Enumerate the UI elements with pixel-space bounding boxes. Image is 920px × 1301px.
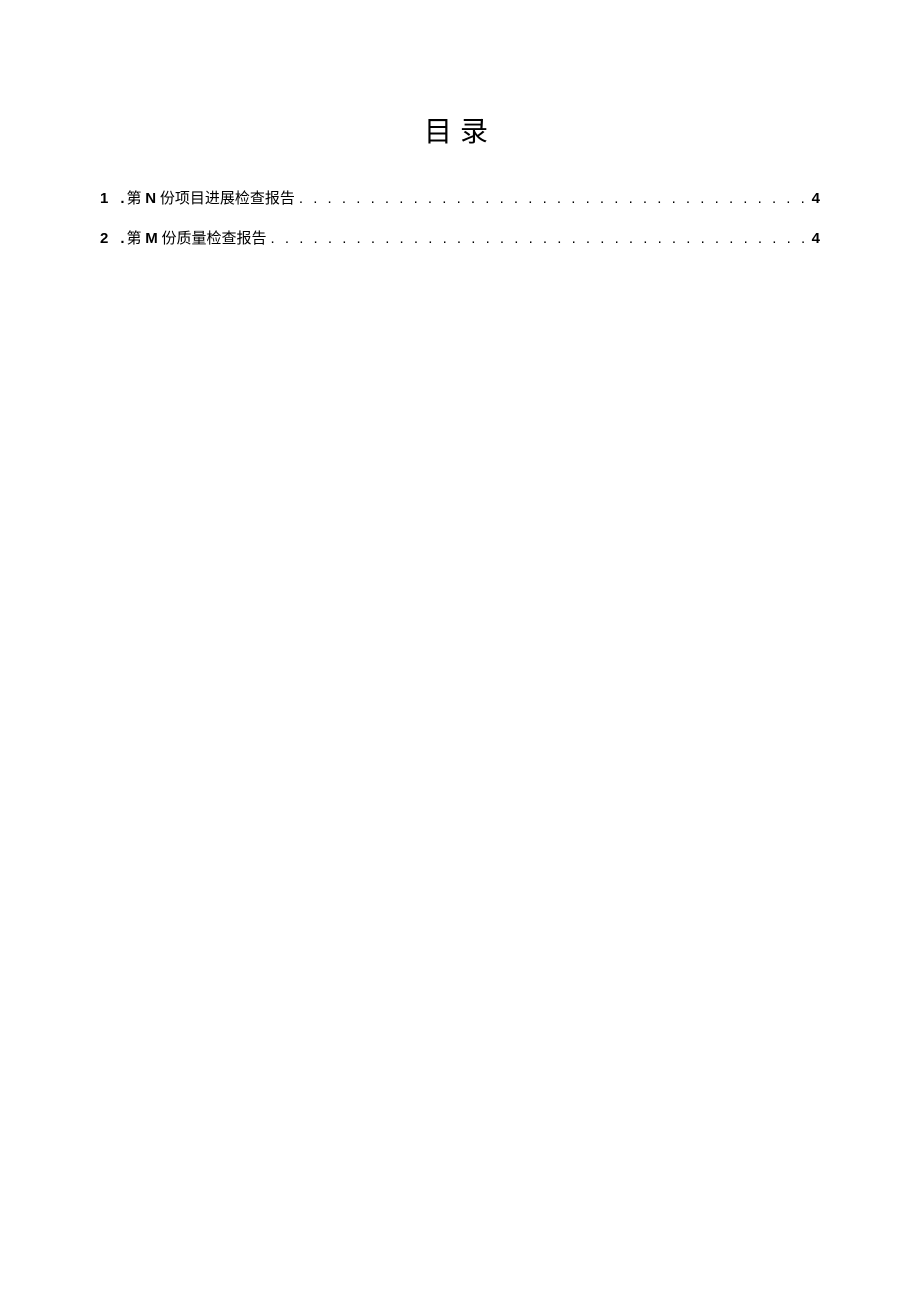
document-page: 目录 1 . 第 N 份项目进展检查报告 . . . . . . . . . .…	[0, 0, 920, 250]
toc-entry-dot: .	[120, 188, 124, 209]
toc-entry-text: 第 N 份项目进展检查报告	[127, 188, 295, 210]
toc-entry-page: 4	[812, 228, 820, 249]
toc-entry-number: 2	[100, 228, 108, 249]
toc-entry-leader: . . . . . . . . . . . . . . . . . . . . …	[295, 188, 812, 209]
toc-list: 1 . 第 N 份项目进展检查报告 . . . . . . . . . . . …	[100, 188, 820, 250]
toc-entry: 2 . 第 M 份质量检查报告 . . . . . . . . . . . . …	[100, 228, 820, 250]
toc-entry-dot: .	[120, 228, 124, 249]
toc-entry-number: 1	[100, 188, 108, 209]
toc-entry: 1 . 第 N 份项目进展检查报告 . . . . . . . . . . . …	[100, 188, 820, 210]
toc-entry-page: 4	[812, 188, 820, 209]
toc-entry-text: 第 M 份质量检查报告	[127, 228, 267, 250]
toc-title: 目录	[100, 110, 820, 150]
toc-entry-leader: . . . . . . . . . . . . . . . . . . . . …	[267, 228, 812, 249]
